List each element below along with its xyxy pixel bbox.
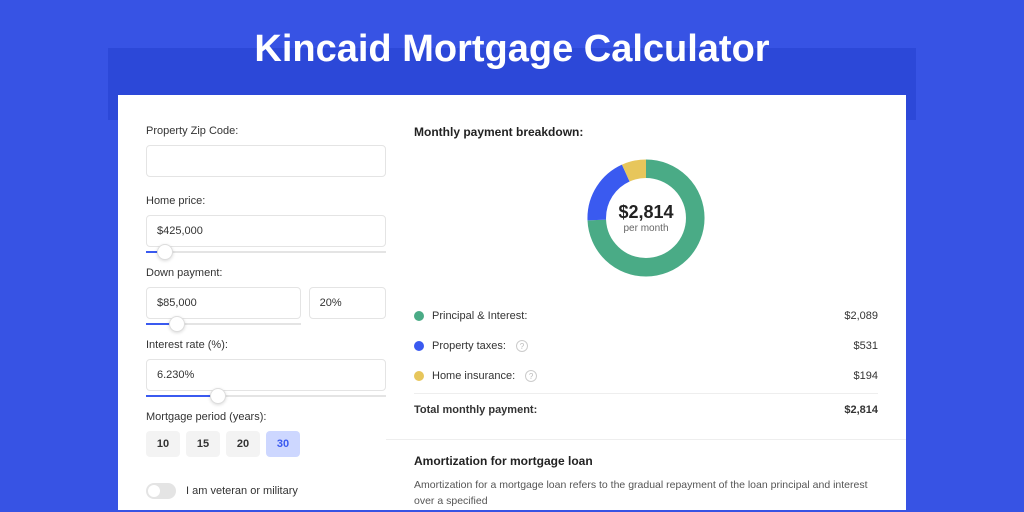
legend-label: Home insurance:: [432, 370, 515, 382]
period-label: Mortgage period (years):: [146, 411, 386, 423]
info-icon[interactable]: ?: [525, 370, 537, 382]
legend-value: $2,089: [844, 310, 878, 322]
info-icon[interactable]: ?: [516, 340, 528, 352]
period-btn-10[interactable]: 10: [146, 431, 180, 457]
period-row: 10 15 20 30: [146, 431, 386, 457]
legend-item: Property taxes:? $531: [414, 331, 878, 361]
home-price-label: Home price:: [146, 195, 386, 207]
legend-dot: [414, 371, 424, 381]
donut-amount: $2,814: [618, 202, 673, 223]
slider-fill: [146, 395, 218, 397]
period-btn-30[interactable]: 30: [266, 431, 300, 457]
legend-list: Principal & Interest: $2,089 Property taxe…: [414, 301, 878, 391]
legend-value: $531: [854, 340, 878, 352]
zip-input[interactable]: [146, 145, 386, 177]
form-column: Property Zip Code: Home price: Down paym…: [146, 125, 386, 510]
period-btn-15[interactable]: 15: [186, 431, 220, 457]
period-btn-20[interactable]: 20: [226, 431, 260, 457]
donut-sub: per month: [623, 223, 668, 234]
legend-dot: [414, 311, 424, 321]
down-payment-input[interactable]: [146, 287, 301, 319]
legend-dot: [414, 341, 424, 351]
legend-label: Property taxes:: [432, 340, 506, 352]
amort-header: Amortization for mortgage loan: [414, 454, 878, 468]
veteran-toggle[interactable]: [146, 483, 176, 499]
veteran-label: I am veteran or military: [186, 485, 298, 497]
slider-thumb[interactable]: [157, 244, 173, 260]
breakdown-column: Monthly payment breakdown: $2,814 per mo…: [414, 125, 878, 510]
legend-label: Principal & Interest:: [432, 310, 527, 322]
donut-chart: $2,814 per month: [581, 153, 711, 283]
divider: [386, 439, 906, 440]
legend-value: $194: [854, 370, 878, 382]
calculator-panel: Property Zip Code: Home price: Down paym…: [118, 95, 906, 510]
page-title: Kincaid Mortgage Calculator: [0, 0, 1024, 95]
rate-slider[interactable]: [146, 395, 386, 397]
slider-thumb[interactable]: [169, 316, 185, 332]
slider-thumb[interactable]: [210, 388, 226, 404]
down-payment-pct-input[interactable]: [309, 287, 386, 319]
down-payment-label: Down payment:: [146, 267, 386, 279]
legend-item: Principal & Interest: $2,089: [414, 301, 878, 331]
zip-label: Property Zip Code:: [146, 125, 386, 137]
legend-item: Home insurance:? $194: [414, 361, 878, 391]
down-payment-slider[interactable]: [146, 323, 301, 325]
breakdown-header: Monthly payment breakdown:: [414, 125, 878, 139]
rate-label: Interest rate (%):: [146, 339, 386, 351]
home-price-input[interactable]: [146, 215, 386, 247]
total-value: $2,814: [844, 404, 878, 416]
total-row: Total monthly payment: $2,814: [414, 393, 878, 425]
home-price-slider[interactable]: [146, 251, 386, 253]
rate-input[interactable]: [146, 359, 386, 391]
total-label: Total monthly payment:: [414, 404, 537, 416]
amort-body: Amortization for a mortgage loan refers …: [414, 478, 878, 510]
